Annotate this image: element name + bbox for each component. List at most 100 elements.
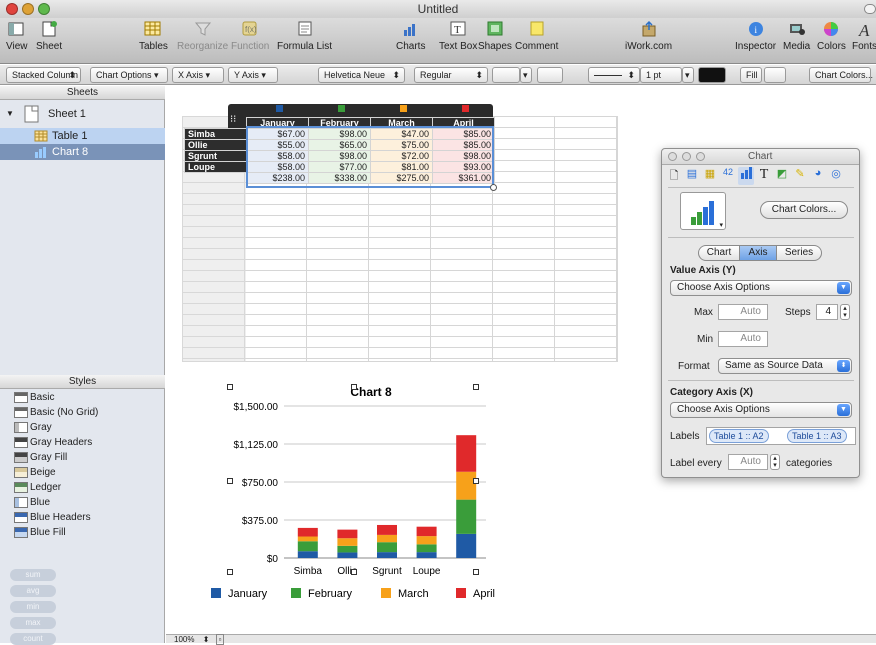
max-field[interactable]: Auto [718, 304, 768, 320]
label-every-stepper[interactable]: ▴ ▾ [770, 454, 780, 470]
selection-handle[interactable] [473, 478, 479, 484]
layout-icon[interactable]: ▤ [684, 167, 700, 185]
chart-colors-button[interactable]: Chart Colors... [760, 201, 848, 219]
table-cell[interactable]: $72.00 [370, 150, 433, 162]
resize-handle[interactable] [490, 184, 497, 191]
function-count[interactable]: count [10, 633, 56, 645]
sidebar-item-sheet-1[interactable]: ▼ Sheet 1 [0, 105, 165, 123]
function-button[interactable]: f(x) Function [231, 20, 269, 52]
function-max[interactable]: max [10, 617, 56, 629]
selection-handle[interactable] [227, 384, 233, 390]
column-header[interactable]: April [432, 117, 495, 129]
minimize-button[interactable] [22, 3, 34, 15]
table-cell[interactable]: $93.00 [432, 161, 495, 173]
style-blue-headers[interactable]: Blue Headers [14, 511, 91, 524]
table-cell[interactable]: $85.00 [432, 139, 495, 151]
document-icon[interactable]: 🗋 [666, 167, 682, 185]
text-icon[interactable]: T [756, 167, 772, 185]
text-color-well[interactable] [537, 67, 563, 83]
page-view-icon[interactable]: ▫ [215, 634, 225, 645]
chart-colors-button[interactable]: Chart Colors... [809, 67, 873, 83]
series-color-april[interactable] [462, 105, 469, 112]
stroke-color-well[interactable] [698, 67, 726, 83]
media-button[interactable]: Media [783, 20, 810, 52]
style-beige[interactable]: Beige [14, 466, 56, 479]
font-size-menu[interactable]: ▾ [520, 67, 532, 83]
column-header[interactable]: March [370, 117, 433, 129]
stroke-style-popup[interactable]: ⬍ [588, 67, 640, 83]
chart-type-picker[interactable]: ▾ [680, 192, 726, 230]
sidebar-item-chart-8[interactable]: Chart 8 [0, 144, 165, 160]
steps-stepper[interactable]: ▴ ▾ [840, 304, 850, 320]
total-cell[interactable]: $361.00 [432, 172, 495, 184]
table-cell[interactable]: $58.00 [246, 150, 309, 162]
table-cell[interactable]: $77.00 [308, 161, 371, 173]
table-cell[interactable]: $58.00 [246, 161, 309, 173]
table-cell[interactable]: $75.00 [370, 139, 433, 151]
chart-8[interactable]: Chart 8$0$375.00$750.00$1,125.00$1,500.0… [196, 378, 536, 618]
text-box-button[interactable]: T Text Box [439, 20, 477, 52]
x-axis-popup[interactable]: X Axis ▾ [172, 67, 224, 83]
style-basic[interactable]: Basic [14, 391, 54, 404]
category-axis-options-select[interactable]: Choose Axis Options ▼ [670, 402, 852, 418]
view-button[interactable]: View [6, 20, 28, 52]
cell-format-icon[interactable]: 42 [720, 167, 736, 185]
disclosure-triangle-icon[interactable]: ▼ [6, 106, 14, 122]
label-token[interactable]: Table 1 :: A3 [787, 429, 847, 443]
steps-field[interactable]: 4 [816, 304, 838, 320]
fonts-button[interactable]: A Fonts [852, 20, 876, 52]
total-cell[interactable]: $275.00 [370, 172, 433, 184]
table-cell[interactable]: $65.00 [308, 139, 371, 151]
tab-series[interactable]: Series [776, 245, 822, 261]
toolbar-toggle-button[interactable] [864, 4, 876, 14]
function-avg[interactable]: avg [10, 585, 56, 597]
series-color-march[interactable] [400, 105, 407, 112]
style-gray-headers[interactable]: Gray Headers [14, 436, 92, 449]
shapes-button[interactable]: Shapes [478, 20, 512, 52]
value-axis-options-select[interactable]: Choose Axis Options ▼ [670, 280, 852, 296]
series-color-february[interactable] [338, 105, 345, 112]
colors-button[interactable]: Colors [817, 20, 846, 52]
stroke-width-field[interactable]: 1 pt [640, 67, 682, 83]
minimize-button[interactable] [682, 152, 691, 161]
labels-token-field[interactable]: Table 1 :: A2 Table 1 :: A3 [706, 427, 856, 445]
charts-button[interactable]: Charts [396, 20, 425, 52]
selection-handle[interactable] [473, 384, 479, 390]
column-header[interactable]: February [308, 117, 371, 129]
y-axis-popup[interactable]: Y Axis ▾ [228, 67, 278, 83]
selection-handle[interactable] [227, 478, 233, 484]
row-header[interactable]: Sgrunt [184, 150, 247, 162]
table-cell[interactable]: $55.00 [246, 139, 309, 151]
selection-handle[interactable] [351, 384, 357, 390]
function-sum[interactable]: sum [10, 569, 56, 581]
chart-options-popup[interactable]: Chart Options ▾ [90, 67, 168, 83]
selection-handle[interactable] [351, 569, 357, 575]
data-table[interactable]: January February March April Simba $67.0… [184, 117, 495, 184]
table-cell[interactable]: $81.00 [370, 161, 433, 173]
table-cell[interactable]: $98.00 [432, 150, 495, 162]
label-every-field[interactable]: Auto [728, 454, 768, 470]
style-gray-fill[interactable]: Gray Fill [14, 451, 67, 464]
table-icon[interactable]: ▦ [702, 167, 718, 185]
formula-list-button[interactable]: Formula List [277, 20, 332, 52]
zoom-button[interactable] [696, 152, 705, 161]
table-cell[interactable]: $67.00 [246, 128, 309, 140]
selection-handle[interactable] [227, 569, 233, 575]
close-button[interactable] [668, 152, 677, 161]
comment-button[interactable]: Comment [515, 20, 558, 52]
close-button[interactable] [6, 3, 18, 15]
font-size-field[interactable] [492, 67, 520, 83]
row-header[interactable]: Simba [184, 128, 247, 140]
style-blue-fill[interactable]: Blue Fill [14, 526, 66, 539]
stroke-width-menu[interactable]: ▾ [682, 67, 694, 83]
font-family-popup[interactable]: Helvetica Neue ⬍ [318, 67, 405, 83]
row-header[interactable]: Loupe [184, 161, 247, 173]
table-cell[interactable]: $47.00 [370, 128, 433, 140]
series-color-january[interactable] [276, 105, 283, 112]
format-select[interactable]: Same as Source Data ⬍ [718, 358, 852, 374]
selection-handle[interactable] [473, 569, 479, 575]
total-cell[interactable]: $238.00 [246, 172, 309, 184]
min-field[interactable]: Auto [718, 331, 768, 347]
metrics-icon[interactable]: ✎ [792, 167, 808, 185]
chart-type-popup[interactable]: Stacked Column ⬍ [6, 67, 81, 83]
